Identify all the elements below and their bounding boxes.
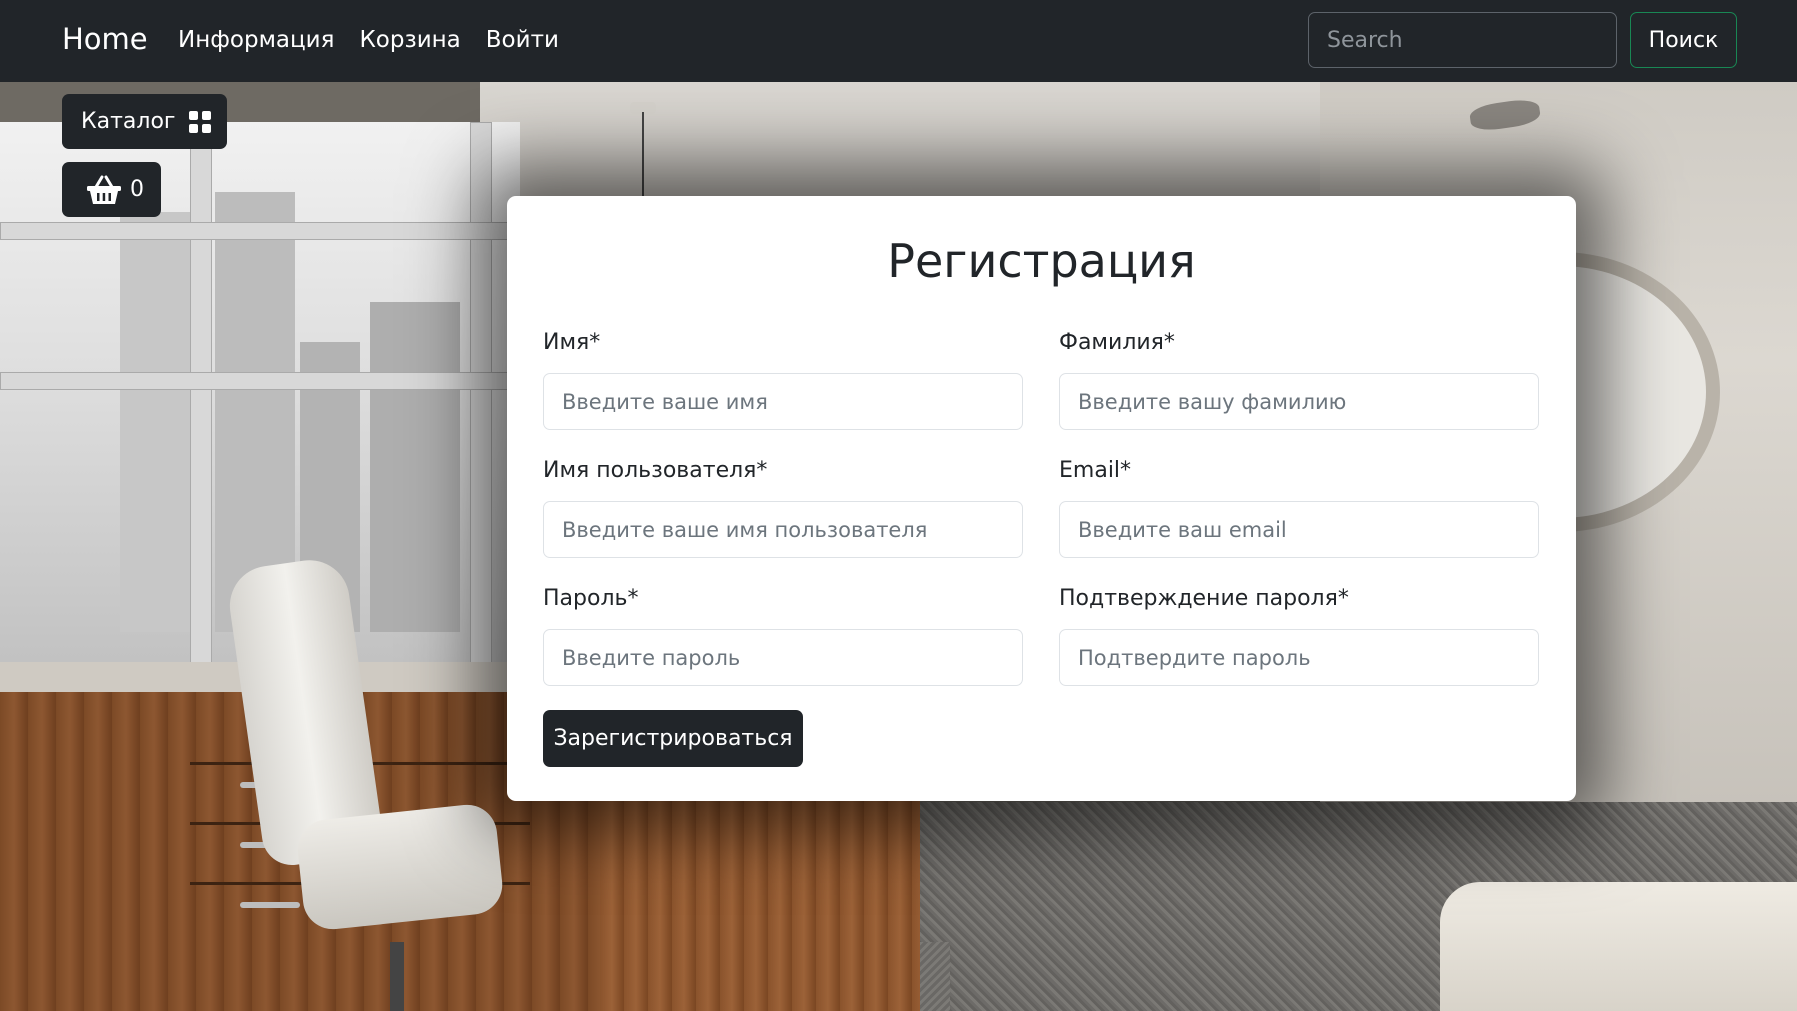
nav-link-login[interactable]: Войти	[486, 27, 559, 53]
registration-card: Регистрация Имя* Фамилия* Имя пользовате…	[507, 196, 1576, 801]
bg-chair	[294, 801, 506, 933]
grid-icon	[189, 110, 212, 133]
bg-chair	[390, 942, 404, 1011]
username-input[interactable]	[543, 501, 1023, 558]
bg-building	[370, 302, 460, 632]
cart-button[interactable]: 0	[62, 162, 161, 217]
navbar: Home Информация Корзина Войти Поиск	[0, 0, 1797, 82]
confirm-password-input[interactable]	[1059, 629, 1539, 686]
search-input[interactable]	[1308, 12, 1617, 68]
catalog-button-label: Каталог	[81, 109, 176, 134]
email-input[interactable]	[1059, 501, 1539, 558]
confirm-password-label: Подтверждение пароля*	[1059, 586, 1349, 611]
first-name-label: Имя*	[543, 330, 601, 355]
basket-icon	[87, 175, 121, 204]
username-label: Имя пользователя*	[543, 458, 768, 483]
form-title: Регистрация	[887, 234, 1196, 288]
cart-count: 0	[130, 177, 144, 202]
email-label: Email*	[1059, 458, 1132, 483]
bg-desk	[600, 782, 920, 1011]
nav-link-cart[interactable]: Корзина	[359, 27, 460, 53]
last-name-label: Фамилия*	[1059, 330, 1175, 355]
last-name-input[interactable]	[1059, 373, 1539, 430]
brand-home-link[interactable]: Home	[62, 22, 148, 56]
bg-window-frame	[0, 372, 520, 390]
nav-link-info[interactable]: Информация	[178, 27, 334, 53]
search-button[interactable]: Поиск	[1630, 12, 1737, 68]
first-name-input[interactable]	[543, 373, 1023, 430]
bg-drawer-handle	[240, 902, 300, 908]
nav-links: Информация Корзина Войти	[178, 27, 559, 53]
register-button[interactable]: Зарегистрироваться	[543, 710, 803, 767]
password-label: Пароль*	[543, 586, 639, 611]
catalog-button[interactable]: Каталог	[62, 94, 227, 149]
bg-window-frame	[0, 222, 520, 240]
bg-building	[120, 212, 190, 632]
bg-sofa	[1440, 882, 1797, 1011]
password-input[interactable]	[543, 629, 1023, 686]
